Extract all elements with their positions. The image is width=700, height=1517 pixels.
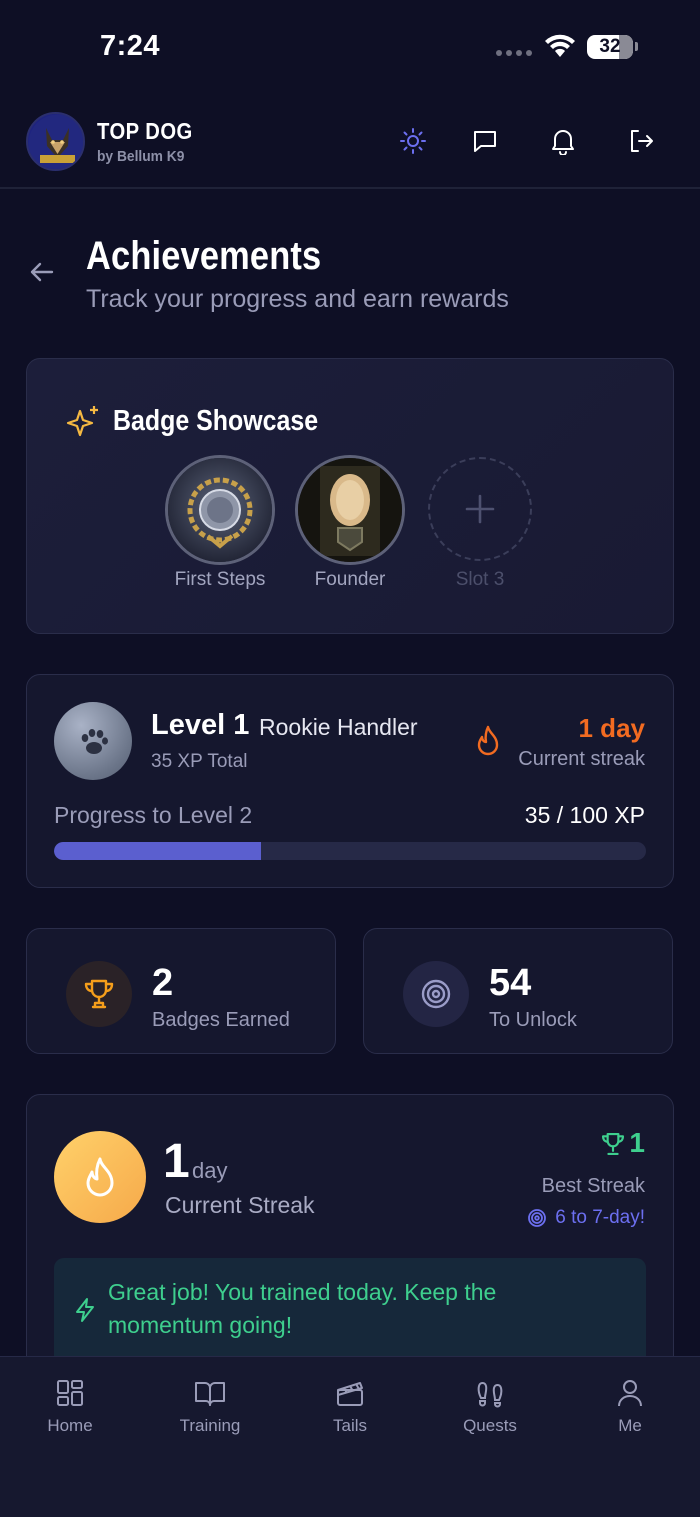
- badge-label: First Steps: [174, 569, 266, 590]
- bell-icon[interactable]: [546, 124, 580, 158]
- next-streak-target: 6 to 7-day!: [527, 1207, 645, 1229]
- xp-total: 35 XP Total: [151, 751, 248, 772]
- level-rank: Rookie Handler: [259, 714, 418, 740]
- battery-indicator: 32: [587, 35, 633, 59]
- nav-me[interactable]: Me: [570, 1378, 690, 1436]
- brand-subtitle: by Bellum K9: [97, 148, 185, 165]
- paw-icon: [54, 702, 132, 780]
- page-title: Achievements: [86, 234, 322, 278]
- badge-label: Founder: [314, 569, 386, 590]
- to-unlock-count: 54: [489, 962, 532, 1004]
- trophy-icon: [66, 961, 132, 1027]
- current-streak-value: 1 day: [578, 713, 646, 743]
- progress-label: Progress to Level 2: [54, 802, 253, 828]
- bolt-icon: [74, 1297, 96, 1328]
- clapper-icon: [337, 1382, 363, 1406]
- sparkle-icon: [66, 403, 102, 444]
- page-subtitle: Track your progress and earn rewards: [86, 285, 509, 313]
- logout-icon[interactable]: [624, 124, 658, 158]
- book-icon: [195, 1382, 225, 1406]
- target-icon: [528, 1209, 547, 1227]
- battery-cap: [635, 42, 638, 51]
- nav-label: Training: [179, 1416, 241, 1435]
- xp-progress-bar: [54, 842, 646, 860]
- footprints-icon: [477, 1382, 503, 1408]
- showcase-title: Badge Showcase: [113, 405, 319, 437]
- brand-title: TOP DOG: [97, 118, 193, 144]
- status-time: 7:24: [100, 30, 161, 62]
- best-streak-trophy-icon: [600, 1131, 626, 1162]
- badge-first-steps[interactable]: [165, 455, 275, 565]
- xp-progress-fill: [54, 842, 262, 860]
- flame-icon: [473, 724, 503, 763]
- badges-earned-label: Badges Earned: [152, 1009, 290, 1031]
- to-unlock-label: To Unlock: [489, 1009, 577, 1031]
- signal-icon: [496, 50, 534, 58]
- user-icon: [618, 1380, 642, 1407]
- streak-count: 1: [163, 1135, 190, 1188]
- badges-earned-count: 2: [152, 962, 174, 1004]
- sun-icon[interactable]: [396, 124, 430, 158]
- nav-training[interactable]: Training: [150, 1378, 270, 1436]
- nav-home[interactable]: Home: [10, 1378, 130, 1436]
- best-streak-value: 1: [629, 1127, 645, 1158]
- brand-logo[interactable]: [26, 112, 85, 171]
- progress-value: 35 / 100 XP: [524, 802, 645, 828]
- nav-label: Tails: [332, 1416, 367, 1435]
- nav-tails[interactable]: Tails: [290, 1378, 410, 1436]
- target-icon: [403, 961, 469, 1027]
- back-arrow-icon[interactable]: [28, 258, 56, 291]
- level-title: Level 1: [151, 709, 250, 741]
- next-streak-target-text: 6 to 7-day!: [555, 1207, 645, 1228]
- message-icon[interactable]: [468, 124, 502, 158]
- grid-icon: [57, 1380, 83, 1406]
- badge-founder[interactable]: [295, 455, 405, 565]
- nav-quests[interactable]: Quests: [430, 1378, 550, 1436]
- battery-level: 32: [599, 36, 621, 57]
- badge-label: Slot 3: [455, 569, 505, 590]
- badge-slot-empty[interactable]: [428, 457, 532, 561]
- streak-unit: day: [192, 1158, 228, 1183]
- nav-label: Home: [47, 1416, 93, 1435]
- streak-label: Current Streak: [165, 1192, 315, 1218]
- callout-text: Great job! You trained today. Keep the m…: [108, 1279, 497, 1338]
- wifi-icon: [543, 33, 577, 64]
- header-divider: [0, 187, 700, 189]
- current-streak-label: Current streak: [518, 748, 645, 770]
- flame-icon: [54, 1131, 146, 1223]
- nav-label: Me: [618, 1416, 642, 1435]
- nav-label: Quests: [463, 1416, 517, 1435]
- best-streak-label: Best Streak: [541, 1175, 645, 1197]
